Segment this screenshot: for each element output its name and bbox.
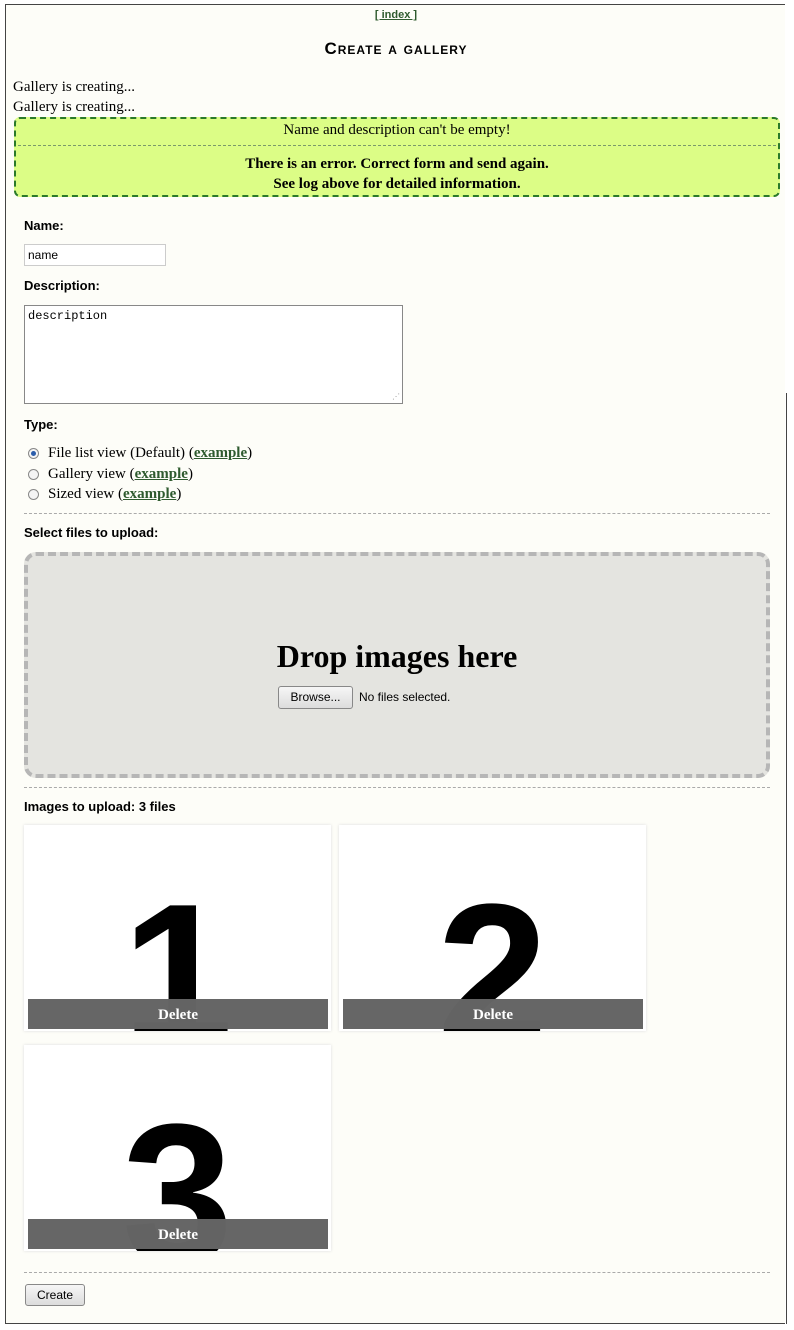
name-input[interactable]: name — [24, 244, 166, 266]
browse-button[interactable]: Browse... — [278, 686, 353, 709]
radio-button[interactable] — [28, 448, 39, 459]
error-summary-line: There is an error. Correct form and send… — [245, 156, 549, 172]
description-textarea[interactable]: description ⋰ — [24, 305, 403, 404]
type-option-sized[interactable]: Sized view (example) — [28, 486, 181, 503]
divider — [24, 513, 770, 514]
type-option-label: Gallery view — [48, 466, 126, 482]
drop-zone-title: Drop images here — [276, 638, 518, 674]
image-thumbnail: 3 Delete — [24, 1045, 331, 1251]
page-frame: [ index ] Create a gallery Gallery is cr… — [5, 4, 785, 1324]
description-text: description — [28, 309, 108, 323]
example-link[interactable]: example — [135, 466, 188, 483]
images-to-upload-label: Images to upload: 3 files — [24, 799, 176, 814]
page-title: Create a gallery — [324, 39, 468, 58]
type-option-gallery[interactable]: Gallery view (example) — [28, 466, 193, 483]
example-link[interactable]: example — [123, 486, 176, 503]
delete-button[interactable]: Delete — [343, 999, 643, 1029]
image-thumbnail: 1 Delete — [24, 825, 331, 1031]
resize-grip-icon[interactable]: ⋰ — [392, 393, 400, 401]
type-option-label: File list view (Default) — [48, 445, 186, 461]
type-option-file-list[interactable]: File list view (Default) (example) — [28, 445, 252, 462]
error-summary-line: See log above for detailed information. — [273, 176, 521, 192]
radio-button[interactable] — [28, 469, 39, 480]
divider — [24, 1272, 770, 1273]
radio-button[interactable] — [28, 489, 39, 500]
frame-border — [786, 393, 787, 1324]
type-option-label: Sized view — [48, 486, 115, 502]
log-line: Gallery is creating... — [13, 99, 136, 115]
delete-button[interactable]: Delete — [28, 999, 328, 1029]
description-label: Description: — [24, 278, 100, 293]
index-link[interactable]: [ index ] — [6, 9, 786, 21]
error-message: Name and description can't be empty! — [283, 122, 511, 138]
type-label: Type: — [24, 417, 58, 432]
name-label: Name: — [24, 218, 64, 233]
select-files-label: Select files to upload: — [24, 525, 159, 540]
log-line: Gallery is creating... — [13, 79, 136, 95]
divider — [24, 787, 770, 788]
no-files-status: No files selected. — [359, 690, 451, 704]
example-link[interactable]: example — [194, 445, 247, 462]
error-summary: There is an error. Correct form and send… — [16, 146, 778, 194]
create-button[interactable]: Create — [25, 1284, 85, 1306]
error-box: Name and description can't be empty! The… — [14, 117, 780, 197]
delete-button[interactable]: Delete — [28, 1219, 328, 1249]
image-thumbnail: 2 Delete — [339, 825, 646, 1031]
drop-zone[interactable]: Drop images here Browse... No files sele… — [24, 552, 770, 778]
